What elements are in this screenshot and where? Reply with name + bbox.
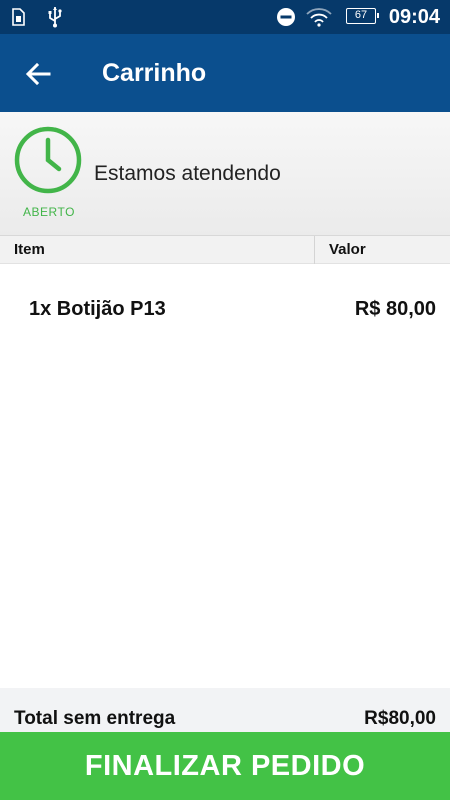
arrow-left-icon	[22, 62, 54, 94]
clock-icon	[14, 126, 82, 194]
status-message: Estamos atendendo	[94, 162, 281, 185]
do-not-disturb-icon	[276, 0, 296, 34]
back-button[interactable]	[22, 58, 54, 90]
status-bar: 67 09:04	[0, 0, 450, 34]
total-bar: Total sem entrega R$80,00	[0, 688, 450, 732]
cart-item-price: R$ 80,00	[354, 298, 436, 320]
wifi-icon	[306, 0, 332, 34]
app-bar: Carrinho	[0, 34, 450, 112]
total-value: R$80,00	[364, 708, 436, 729]
battery-icon: 67	[346, 8, 379, 24]
cart-list: 1x Botijão P13 R$ 80,00	[0, 264, 450, 688]
column-header-valor: Valor	[329, 241, 366, 258]
status-time: 09:04	[388, 6, 440, 28]
status-badge: ABERTO	[23, 205, 75, 219]
finalize-order-button[interactable]: FINALIZAR PEDIDO	[0, 732, 450, 800]
table-header: Item Valor	[0, 236, 450, 264]
store-status-panel: ABERTO Estamos atendendo	[0, 112, 450, 236]
column-divider	[314, 236, 315, 264]
sim-card-icon	[10, 0, 26, 34]
cart-item-description: 1x Botijão P13	[29, 298, 166, 320]
battery-level: 67	[354, 9, 368, 21]
usb-icon	[46, 0, 64, 34]
total-label: Total sem entrega	[14, 708, 176, 729]
cart-item-row[interactable]: 1x Botijão P13 R$ 80,00	[0, 294, 450, 324]
page-title: Carrinho	[102, 59, 207, 87]
column-header-item: Item	[14, 241, 45, 258]
